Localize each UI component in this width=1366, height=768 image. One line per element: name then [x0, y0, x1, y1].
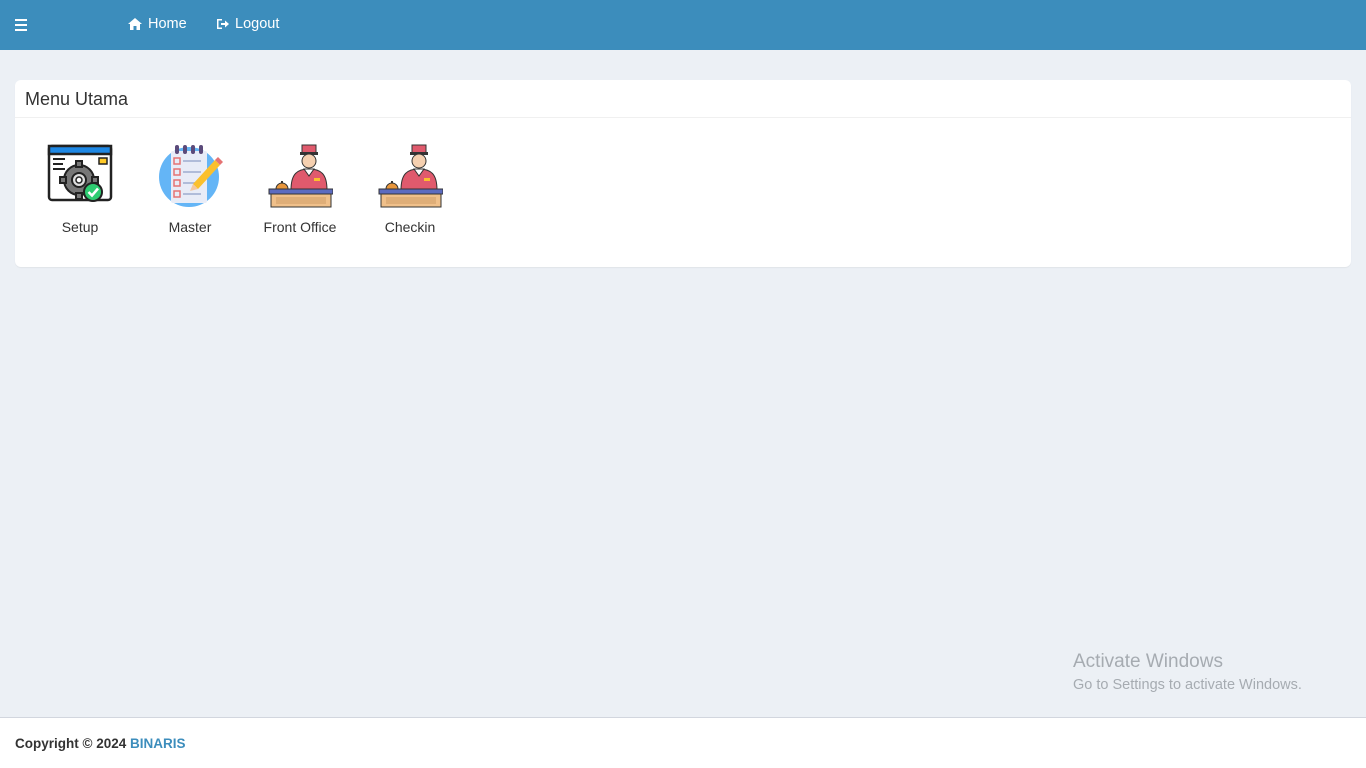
watermark-title: Activate Windows [1073, 651, 1223, 672]
sign-out-icon [217, 19, 229, 29]
main-menu-card: Menu Utama Setup Master Front Office Che… [15, 80, 1351, 267]
nav-home-link[interactable]: Home [128, 16, 187, 32]
home-icon [128, 18, 142, 30]
checklist-notepad-icon [157, 142, 223, 208]
card-title: Menu Utama [15, 80, 1351, 118]
watermark-subtitle: Go to Settings to activate Windows. [1073, 677, 1302, 693]
hamburger-icon[interactable] [15, 19, 27, 31]
menu-item-checkin[interactable]: Checkin [362, 142, 458, 235]
footer-copyright: Copyright © 2024 BINARIS [15, 736, 186, 751]
copyright-text: Copyright © 2024 [15, 736, 127, 751]
footer: Copyright © 2024 BINARIS [0, 717, 1366, 768]
menu-item-front-office[interactable]: Front Office [252, 142, 348, 235]
top-navbar: Home Logout [0, 0, 1366, 50]
windows-activation-watermark: Activate Windows Go to Settings to activ… [1073, 651, 1302, 693]
receptionist-desk-icon [377, 142, 444, 208]
menu-item-master[interactable]: Master [142, 142, 238, 235]
nav-home-label: Home [148, 16, 187, 32]
menu-item-setup[interactable]: Setup [32, 142, 128, 235]
footer-brand-link[interactable]: BINARIS [130, 736, 186, 751]
settings-window-icon [47, 142, 113, 208]
menu-item-label: Master [168, 219, 212, 235]
receptionist-desk-icon [267, 142, 334, 208]
menu-item-label: Checkin [384, 219, 436, 235]
nav-logout-link[interactable]: Logout [216, 16, 279, 32]
nav-logout-label: Logout [235, 16, 280, 32]
menu-item-label: Setup [61, 219, 99, 235]
menu-item-label: Front Office [263, 219, 337, 235]
